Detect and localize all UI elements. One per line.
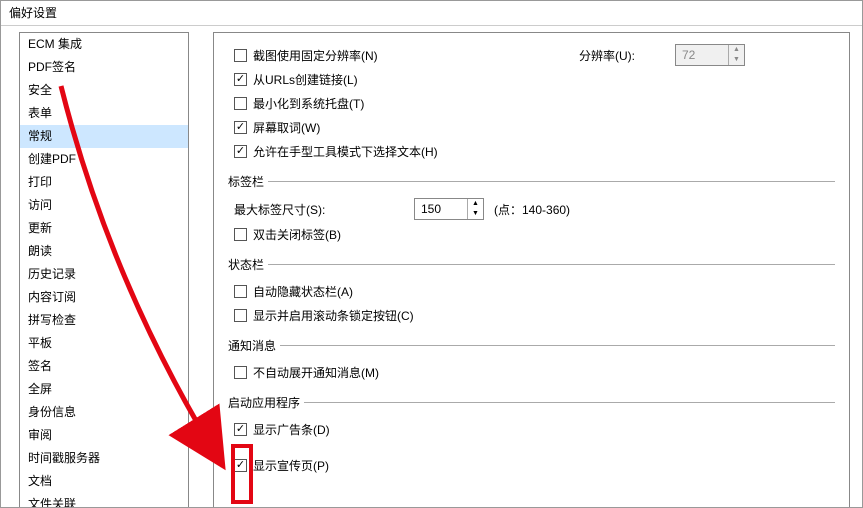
spin-up-icon: ▲	[729, 45, 744, 55]
max-tab-note: (点：140-360)	[494, 201, 570, 218]
sidebar-item[interactable]: 平板	[20, 332, 188, 355]
sidebar-item[interactable]: 安全	[20, 79, 188, 102]
check-show-promo[interactable]: 显示宣传页(P)	[234, 453, 835, 477]
sidebar-item[interactable]: 历史记录	[20, 263, 188, 286]
sidebar-item[interactable]: 朗读	[20, 240, 188, 263]
resolution-spinbox[interactable]: 72 ▲▼	[675, 44, 745, 66]
sidebar-item[interactable]: 文件关联	[20, 493, 188, 508]
sidebar-item[interactable]: 打印	[20, 171, 188, 194]
window-title: 偏好设置	[1, 1, 862, 25]
check-autohide-status[interactable]: 自动隐藏状态栏(A)	[234, 279, 835, 303]
content-panel: 截图使用固定分辨率(N) 分辨率(U): 72 ▲▼ 从URLs创建链接(L) …	[213, 32, 850, 508]
sidebar-item[interactable]: 身份信息	[20, 401, 188, 424]
check-no-auto-expand[interactable]: 不自动展开通知消息(M)	[234, 360, 835, 384]
sidebar-item[interactable]: 常规	[20, 125, 188, 148]
sidebar-item[interactable]: 更新	[20, 217, 188, 240]
sidebar-item[interactable]: 访问	[20, 194, 188, 217]
sidebar-item[interactable]: 全屏	[20, 378, 188, 401]
group-notify: 通知消息 不自动展开通知消息(M)	[228, 337, 835, 384]
check-min-to-tray[interactable]: 最小化到系统托盘(T)	[234, 91, 835, 115]
max-tab-size-label: 最大标签尺寸(S):	[234, 201, 414, 218]
check-scroll-lock[interactable]: 显示并启用滚动条锁定按钮(C)	[234, 303, 835, 327]
sidebar-item[interactable]: PDF签名	[20, 56, 188, 79]
sidebar-item[interactable]: ECM 集成	[20, 33, 188, 56]
sidebar-item[interactable]: 拼写检查	[20, 309, 188, 332]
group-tabbar: 标签栏 最大标签尺寸(S): 150 ▲▼ (点：140-360) 双击关闭标签…	[228, 173, 835, 246]
check-screen-word[interactable]: 屏幕取词(W)	[234, 115, 835, 139]
sidebar: ECM 集成PDF签名安全表单常规创建PDF打印访问更新朗读历史记录内容订阅拼写…	[19, 32, 189, 508]
check-fixed-resolution[interactable]: 截图使用固定分辨率(N)	[234, 43, 579, 67]
sidebar-item[interactable]: 文档	[20, 470, 188, 493]
sidebar-item[interactable]: 内容订阅	[20, 286, 188, 309]
sidebar-item[interactable]: 时间戳服务器	[20, 447, 188, 470]
spin-up-icon: ▲	[468, 199, 483, 209]
sidebar-item[interactable]: 签名	[20, 355, 188, 378]
sidebar-item[interactable]: 审阅	[20, 424, 188, 447]
group-startup: 启动应用程序 显示广告条(D) 显示宣传页(P)	[228, 394, 835, 477]
resolution-label: 分辨率(U):	[579, 47, 635, 64]
sidebar-item[interactable]: 创建PDF	[20, 148, 188, 171]
check-show-ad[interactable]: 显示广告条(D)	[234, 417, 835, 441]
check-dblclick-close[interactable]: 双击关闭标签(B)	[234, 222, 835, 246]
max-tab-size-spinbox[interactable]: 150 ▲▼	[414, 198, 484, 220]
spin-down-icon: ▼	[729, 55, 744, 65]
group-statusbar: 状态栏 自动隐藏状态栏(A) 显示并启用滚动条锁定按钮(C)	[228, 256, 835, 327]
spin-down-icon: ▼	[468, 209, 483, 219]
check-create-links[interactable]: 从URLs创建链接(L)	[234, 67, 835, 91]
sidebar-item[interactable]: 表单	[20, 102, 188, 125]
check-hand-select[interactable]: 允许在手型工具模式下选择文本(H)	[234, 139, 835, 163]
